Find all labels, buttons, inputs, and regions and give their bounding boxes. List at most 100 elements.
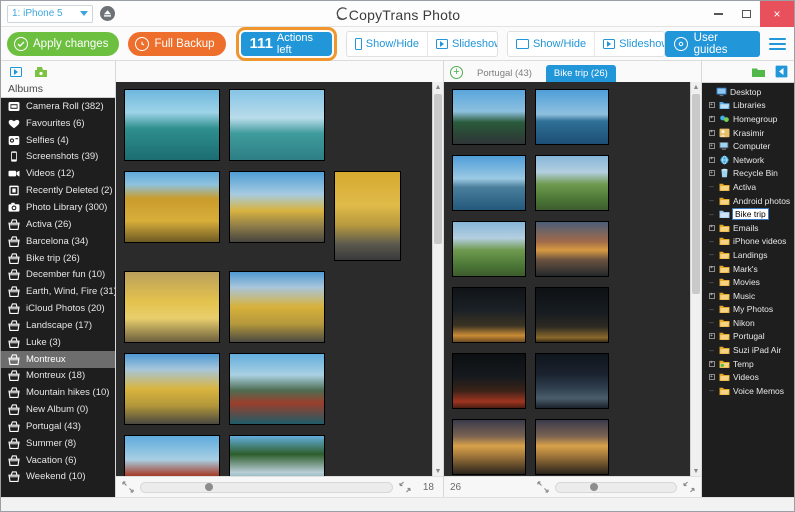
expand-node-icon[interactable]: + (707, 224, 716, 231)
device-thumbnail[interactable] (124, 89, 220, 161)
tree-node-activa[interactable]: – Activa (702, 180, 794, 194)
device-grid-scrollbar[interactable]: ▲ ▼ (432, 82, 443, 476)
scrollbar-thumb[interactable] (692, 94, 700, 294)
sidebar-item-activa-26[interactable]: Activa (26) (1, 216, 115, 233)
slider-knob[interactable] (590, 483, 599, 491)
sidebar-item-selfies-4[interactable]: Selfies (4) (1, 132, 115, 149)
sidebar-item-new-album-0[interactable]: New Album (0) (1, 401, 115, 418)
sidebar-item-summer-8[interactable]: Summer (8) (1, 435, 115, 452)
expand-node-icon[interactable]: + (707, 170, 716, 177)
sidebar-item-portugal-43[interactable]: Portugal (43) (1, 418, 115, 435)
expand-node-icon[interactable]: + (707, 143, 716, 150)
slider-knob[interactable] (204, 483, 213, 491)
pc-thumbnail[interactable] (535, 353, 609, 409)
device-slideshow-button[interactable]: Slideshow (426, 31, 497, 56)
album-list[interactable]: Camera Roll (382) Favourites (6) Selfies (… (1, 97, 115, 497)
expand-node-icon[interactable]: + (707, 360, 716, 367)
tree-node-iphone-videos[interactable]: – iPhone videos (702, 235, 794, 249)
sidebar-item-landscape-17[interactable]: Landscape (17) (1, 317, 115, 334)
sidebar-item-bike-trip-26[interactable]: Bike trip (26) (1, 250, 115, 267)
sidebar-item-weekend-10[interactable]: Weekend (10) (1, 469, 115, 486)
device-thumbnail[interactable] (124, 271, 220, 343)
tree-node-portugal[interactable]: + Portugal (702, 330, 794, 344)
pc-thumbnail[interactable] (535, 419, 609, 475)
device-thumbnail[interactable] (229, 89, 325, 161)
pc-thumbnail[interactable] (452, 221, 526, 277)
device-thumbnail[interactable] (229, 271, 325, 343)
actions-left-button[interactable]: 111 Actions left (240, 31, 332, 56)
sidebar-item-mountain-hikes-10[interactable]: Mountain hikes (10) (1, 384, 115, 401)
expand-node-icon[interactable]: + (707, 115, 716, 122)
device-showhide-button[interactable]: Show/Hide (347, 32, 427, 56)
tree-node-computer[interactable]: + Computer (702, 139, 794, 153)
sidebar-item-barcelona-34[interactable]: Barcelona (34) (1, 233, 115, 250)
folder-tree[interactable]: Desktop + Libraries + Homegroup + Krasimir + Com… (702, 82, 794, 497)
sidebar-item-luke-3[interactable]: Luke (3) (1, 334, 115, 351)
device-thumbnail[interactable] (229, 353, 325, 425)
zoom-out-icon[interactable] (122, 481, 134, 493)
tree-node-libraries[interactable]: + Libraries (702, 99, 794, 113)
tab-albums[interactable] (34, 66, 48, 78)
expand-node-icon[interactable]: + (707, 374, 716, 381)
zoom-in-icon[interactable] (683, 481, 695, 493)
pc-slideshow-button[interactable]: Slideshow (594, 31, 664, 56)
pc-thumbnail[interactable] (535, 287, 609, 343)
new-folder-button[interactable] (751, 66, 766, 78)
tree-node-temp[interactable]: + Temp (702, 357, 794, 371)
tree-node-nikon[interactable]: – Nikon (702, 316, 794, 330)
pc-showhide-button[interactable]: Show/Hide (508, 32, 594, 56)
tree-node-mark-s[interactable]: + Mark's (702, 262, 794, 276)
device-thumbnail[interactable] (124, 353, 220, 425)
pc-thumbnail[interactable] (452, 419, 526, 475)
tree-node-suzi-ipad-air[interactable]: – Suzi iPad Air (702, 343, 794, 357)
device-photo-grid[interactable]: ▲ ▼ (116, 82, 443, 476)
tree-node-homegroup[interactable]: + Homegroup (702, 112, 794, 126)
scrollbar-thumb[interactable] (434, 94, 442, 244)
sidebar-item-december-fun-10[interactable]: December fun (10) (1, 266, 115, 283)
eject-device-button[interactable] (100, 6, 115, 21)
pc-thumbnail[interactable] (535, 221, 609, 277)
tree-node-krasimir[interactable]: + Krasimir (702, 126, 794, 140)
tree-node-movies[interactable]: – Movies (702, 275, 794, 289)
collapse-panel-button[interactable] (775, 65, 788, 78)
sidebar-item-screenshots-39[interactable]: Screenshots (39) (1, 149, 115, 166)
tree-node-videos[interactable]: + Videos (702, 370, 794, 384)
tree-node-desktop[interactable]: Desktop (702, 85, 794, 99)
pc-zoom-slider[interactable] (555, 481, 677, 493)
add-tab-icon[interactable]: + (450, 66, 463, 79)
scroll-up-icon[interactable]: ▲ (691, 82, 701, 92)
sidebar-item-favourites-6[interactable]: Favourites (6) (1, 115, 115, 132)
zoom-in-icon[interactable] (399, 481, 411, 493)
scroll-up-icon[interactable]: ▲ (433, 82, 443, 92)
pc-thumbnail[interactable] (452, 89, 526, 145)
tree-node-my-photos[interactable]: – My Photos (702, 303, 794, 317)
tree-node-android-photos[interactable]: – Android photos (702, 194, 794, 208)
close-button[interactable]: × (760, 0, 794, 27)
device-zoom-slider[interactable] (140, 481, 393, 493)
tree-node-landings[interactable]: – Landings (702, 248, 794, 262)
expand-node-icon[interactable]: + (707, 156, 716, 163)
user-guides-button[interactable]: User guides (664, 30, 761, 57)
maximize-button[interactable] (732, 1, 760, 27)
sidebar-item-icloud-photos-20[interactable]: iCloud Photos (20) (1, 300, 115, 317)
pc-grid-scrollbar[interactable]: ▲ ▼ (690, 82, 701, 476)
sidebar-item-montreux-18[interactable]: Montreux (18) (1, 368, 115, 385)
sidebar-item-vacation-6[interactable]: Vacation (6) (1, 452, 115, 469)
expand-node-icon[interactable]: + (707, 292, 716, 299)
expand-node-icon[interactable]: + (707, 102, 716, 109)
expand-node-icon[interactable]: + (707, 129, 716, 136)
expand-node-icon[interactable]: + (707, 333, 716, 340)
sidebar-item-montreux[interactable]: Montreux (1, 350, 115, 368)
full-backup-button[interactable]: Full Backup (128, 31, 226, 56)
minimize-button[interactable] (704, 1, 732, 27)
pc-thumbnail[interactable] (452, 155, 526, 211)
tab-photos[interactable] (10, 66, 22, 77)
tree-node-recycle-bin[interactable]: + Recycle Bin (702, 167, 794, 181)
sidebar-item-photo-library-300[interactable]: Photo Library (300) (1, 199, 115, 216)
sidebar-item-recently-deleted-2[interactable]: Recently Deleted (2) (1, 182, 115, 199)
sidebar-item-earth-wind-fire-31[interactable]: Earth, Wind, Fire (31) (1, 283, 115, 300)
menu-button[interactable] (769, 37, 786, 50)
expand-node-icon[interactable]: + (707, 265, 716, 272)
tab-bike-trip[interactable]: Bike trip (26) (545, 65, 616, 82)
apply-changes-button[interactable]: Apply changes (7, 31, 120, 56)
